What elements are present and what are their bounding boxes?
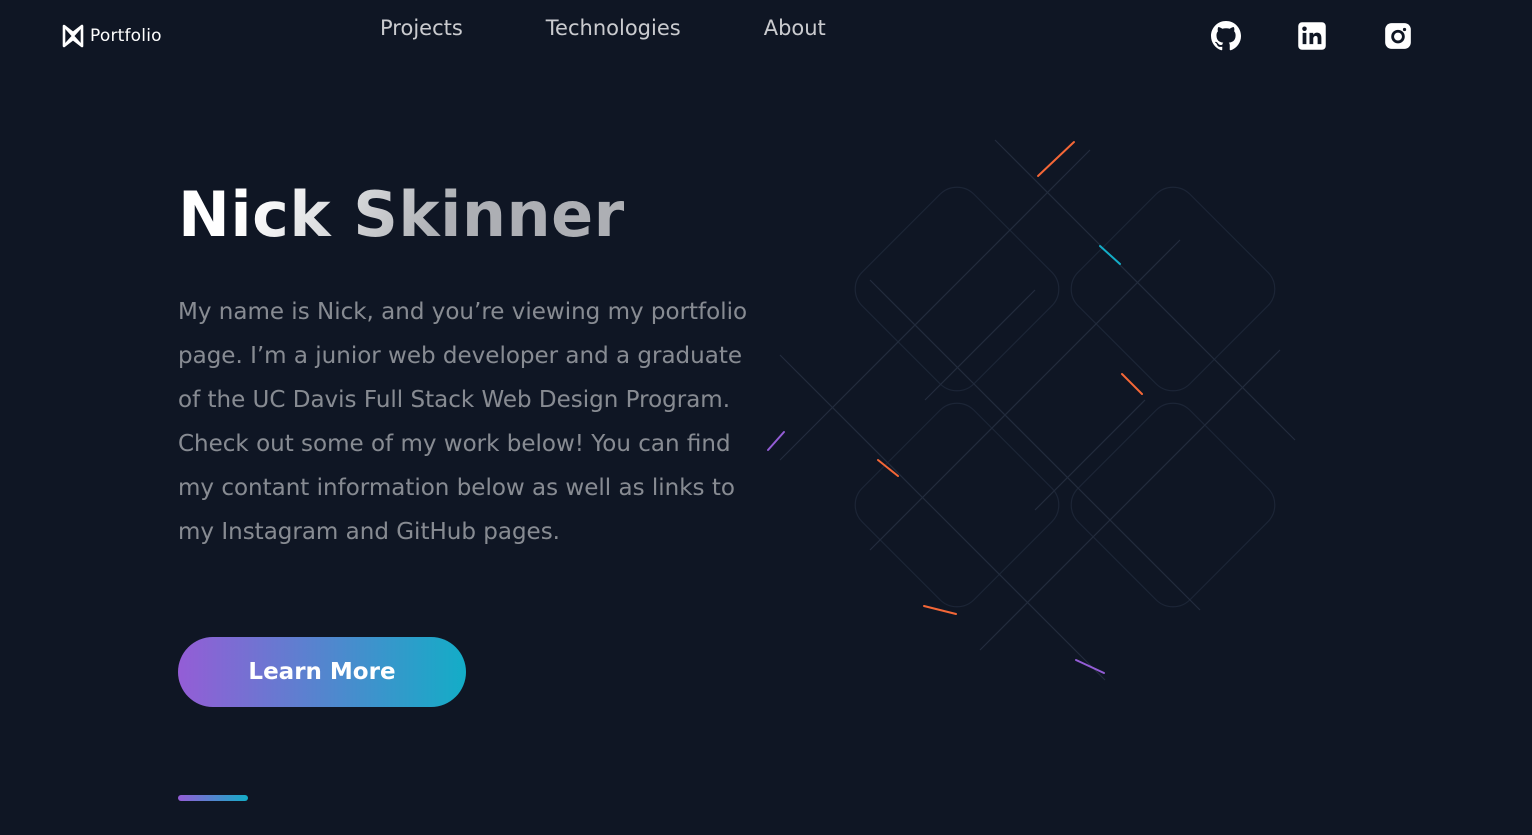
spark-line [1075,659,1105,674]
hero-description: My name is Nick, and you’re viewing my p… [178,299,748,545]
grid-line [779,354,1106,681]
github-link[interactable] [1210,20,1242,52]
portfolio-page: Portfolio Projects Technologies About Ni… [0,0,1532,835]
linkedin-icon [1298,22,1326,50]
github-icon [1211,21,1241,51]
instagram-icon [1385,23,1411,49]
instagram-link[interactable] [1382,20,1414,52]
spark-line [767,431,785,451]
logo-link[interactable]: Portfolio [62,24,162,48]
grid-line [924,289,1036,401]
section-divider [178,795,248,801]
main-nav: Projects Technologies About [380,14,826,42]
background-grid-animation [767,139,1296,681]
spark-line [923,605,957,615]
grid-line [869,239,1181,551]
social-links [1210,20,1414,52]
learn-more-button[interactable]: Learn More [178,637,466,707]
linkedin-link[interactable] [1296,20,1328,52]
nav-link-about[interactable]: About [764,14,826,42]
portfolio-logo-icon [62,24,84,48]
grid-line [869,279,1201,611]
logo-text: Portfolio [90,26,162,46]
grid-line [994,139,1296,441]
grid-line [1034,399,1146,511]
nav-link-projects[interactable]: Projects [380,14,463,42]
grid-line [779,149,1091,461]
grid-tile [854,402,1060,608]
spark-line [1099,245,1121,265]
grid-tile [1070,186,1276,392]
spark-line [1121,373,1143,395]
hero-title: Nick Skinner [178,176,625,254]
nav-link-technologies[interactable]: Technologies [546,14,681,42]
